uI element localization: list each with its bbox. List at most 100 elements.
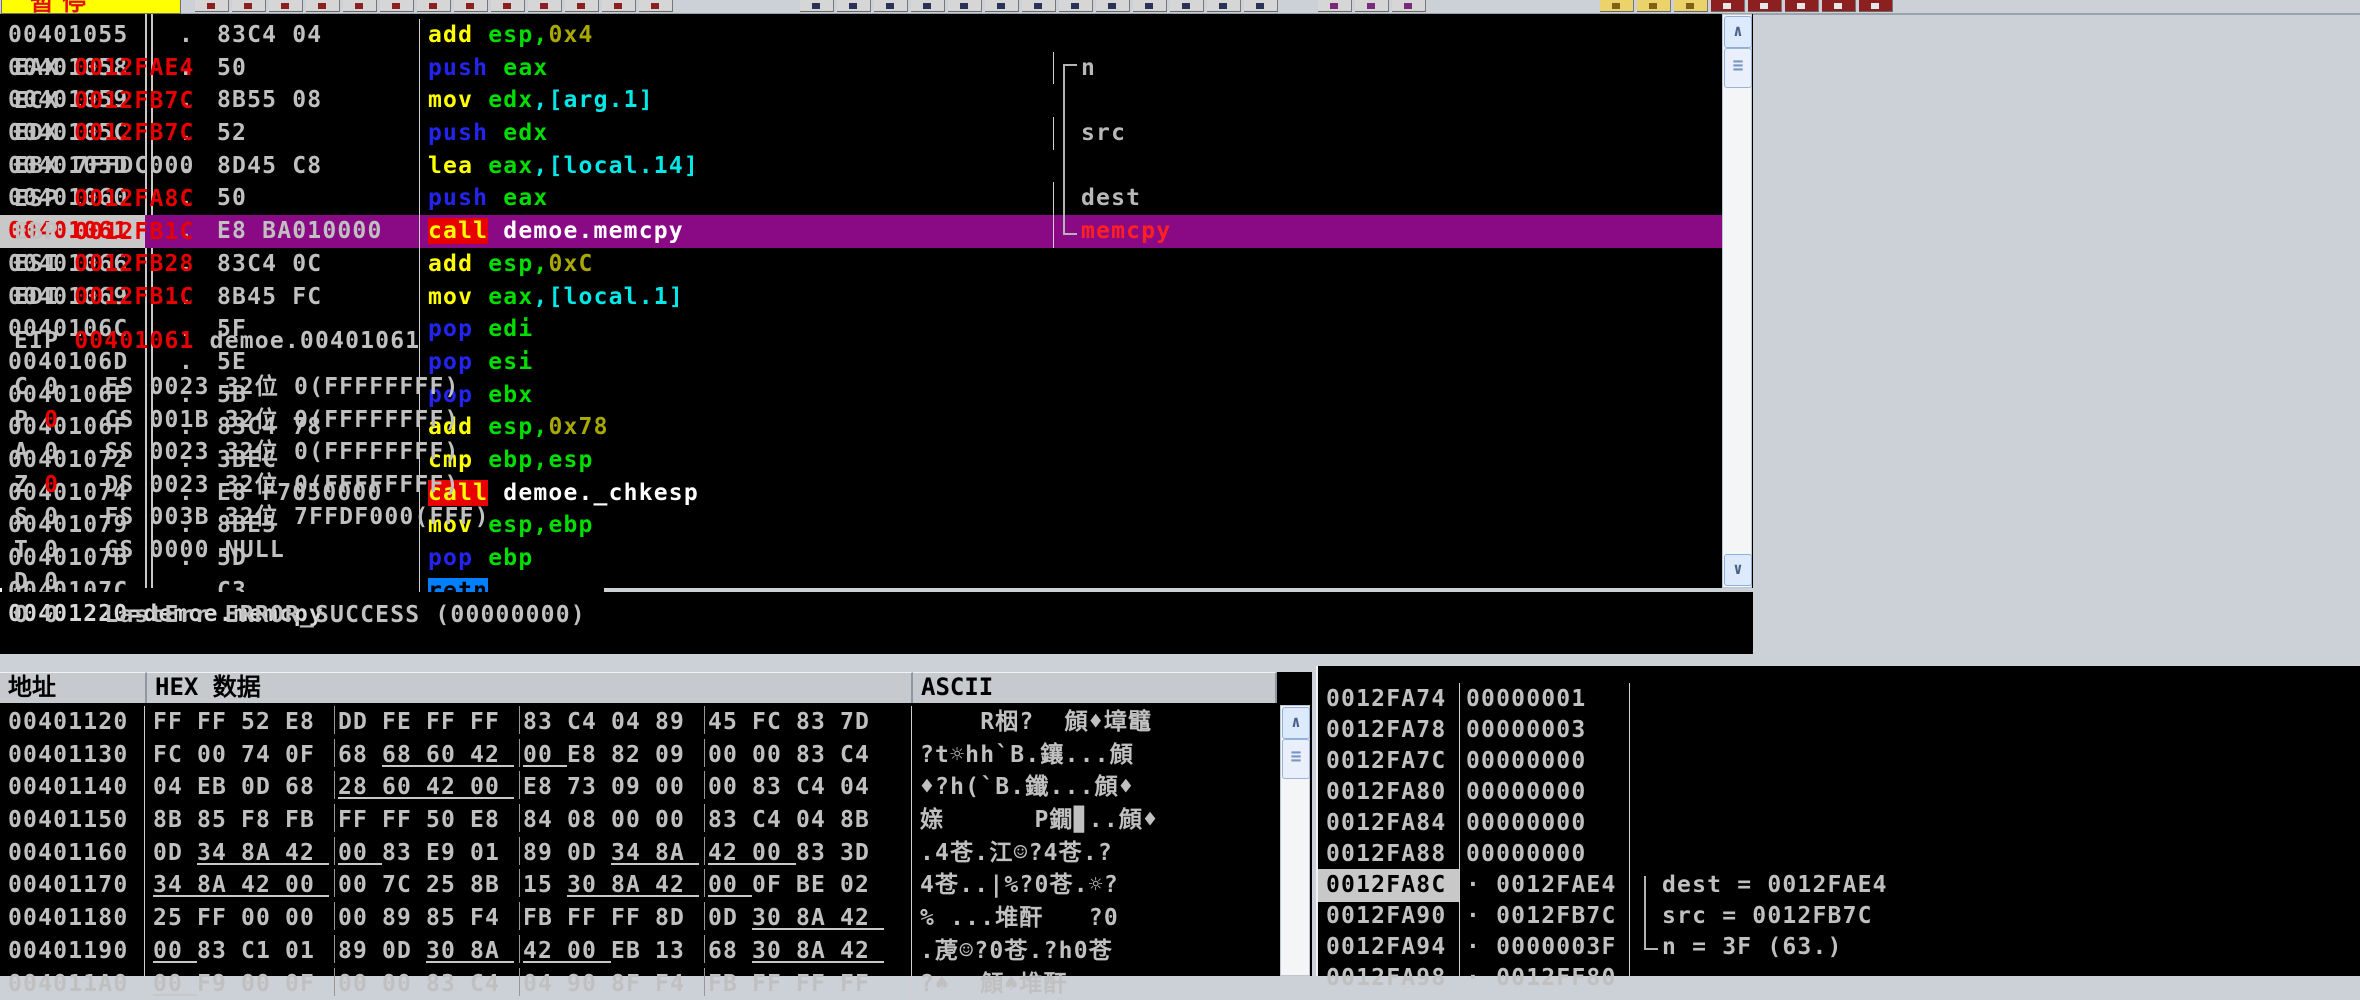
- toolbar-button[interactable]: [1207, 0, 1241, 12]
- toolbar-button[interactable]: [1244, 0, 1278, 12]
- toolbar-button-icon: [849, 3, 857, 9]
- toolbar-button[interactable]: [417, 0, 451, 12]
- dump-header-address[interactable]: 地址: [0, 672, 147, 703]
- hex-byte: 30: [752, 902, 796, 930]
- toolbar-button[interactable]: [1096, 0, 1130, 12]
- toolbar-button[interactable]: [195, 0, 229, 12]
- toolbar-button[interactable]: [1674, 0, 1708, 12]
- dump-row[interactable]: 004011900083C101890D308A4200EB1368308A42…: [0, 935, 1278, 968]
- toolbar-button[interactable]: [343, 0, 377, 12]
- hex-byte: 50: [426, 804, 470, 832]
- toolbar-button[interactable]: [800, 0, 834, 12]
- dump-header-ascii[interactable]: ASCII: [913, 672, 1277, 703]
- stack-row[interactable]: 0012FA8000000000: [1318, 776, 2360, 807]
- stack-row[interactable]: 0012FA7800000003: [1318, 714, 2360, 745]
- toolbar-button[interactable]: [380, 0, 414, 12]
- toolbar-button[interactable]: [306, 0, 340, 12]
- dump-hex-cells: 8B85F8FBFFFF50E88408000083C4048B: [145, 804, 911, 832]
- hex-byte: 8A: [655, 837, 699, 865]
- dump-row[interactable]: 0040114004EB0D6828604200E87309000083C404…: [0, 771, 1278, 804]
- toolbar-button-icon: [1871, 3, 1879, 9]
- toolbar-button-icon: [1182, 3, 1190, 9]
- scroll-thumb[interactable]: ≡: [1282, 739, 1310, 779]
- toolbar-button[interactable]: [911, 0, 945, 12]
- toolbar-button[interactable]: [1318, 0, 1352, 12]
- toolbar-button[interactable]: [1822, 0, 1856, 12]
- flag-row[interactable]: D 0: [14, 566, 586, 599]
- dump-header-hex[interactable]: HEX 数据: [147, 672, 913, 703]
- eip-register-row[interactable]: EIP 00401061 demoe.00401061: [14, 325, 420, 358]
- toolbar-button[interactable]: [985, 0, 1019, 12]
- dump-row[interactable]: 004011600D348A420083E901890D348A4200833D…: [0, 837, 1278, 870]
- flag-row[interactable]: S 0 FS 003B 32位 7FFDF000(FFF): [14, 501, 586, 534]
- stack-row[interactable]: 0012FA8800000000: [1318, 838, 2360, 869]
- hex-byte-group: 0083E901: [335, 837, 520, 865]
- register-row[interactable]: ECX 0012FB7C: [14, 85, 195, 118]
- toolbar-button[interactable]: [837, 0, 871, 12]
- stack-pane[interactable]: 0012FA74000000010012FA78000000030012FA7C…: [1316, 666, 2360, 976]
- toolbar-button[interactable]: [269, 0, 303, 12]
- toolbar-button[interactable]: [1133, 0, 1167, 12]
- dump-row[interactable]: 00401120FFFF52E8DDFEFFFF83C4048945FC837D…: [0, 706, 1278, 739]
- register-name: EBX: [14, 153, 74, 179]
- disassembly-scrollbar[interactable]: ∧ ≡ ∨: [1722, 14, 1752, 588]
- toolbar-button[interactable]: [1711, 0, 1745, 12]
- scroll-down-button[interactable]: ∨: [1724, 554, 1752, 586]
- scroll-thumb[interactable]: ≡: [1724, 48, 1752, 88]
- register-row[interactable]: EDX 0012FB7C: [14, 117, 195, 150]
- dump-row[interactable]: 004011A000F9000F000083C404908FF4FBFFFFFF…: [0, 968, 1278, 1000]
- flag-row[interactable]: T 0 GS 0000 NULL: [14, 534, 586, 567]
- dump-row[interactable]: 00401130FC00740F6868604200E88209000083C4…: [0, 739, 1278, 772]
- stack-row[interactable]: 0012FA94· 0000003Fn = 3F (63.): [1318, 931, 2360, 962]
- toolbar-button[interactable]: [948, 0, 982, 12]
- flag-row[interactable]: O 0 LastErr ERROR_SUCCESS (00000000): [14, 599, 586, 632]
- scroll-up-button[interactable]: ∧: [1724, 16, 1752, 48]
- toolbar-button[interactable]: [1170, 0, 1204, 12]
- toolbar-button[interactable]: [454, 0, 488, 12]
- toolbar-button[interactable]: [1859, 0, 1893, 12]
- hex-byte: 04: [523, 968, 567, 996]
- toolbar-button[interactable]: [491, 0, 525, 12]
- register-row[interactable]: EBP 0012FB1C: [14, 216, 195, 249]
- register-row[interactable]: EBX 7FFDC000: [14, 150, 195, 183]
- hex-dump-pane[interactable]: 地址 HEX 数据 ASCII 00401120FFFF52E8DDFEFFFF…: [0, 672, 1312, 976]
- dump-row[interactable]: 00401170348A4200007C258B15308A42000FBE02…: [0, 869, 1278, 902]
- toolbar-button[interactable]: [565, 0, 599, 12]
- toolbar-button[interactable]: [1059, 0, 1093, 12]
- toolbar-button[interactable]: [1600, 0, 1634, 12]
- stack-address-cell: 0012FA88: [1318, 838, 1460, 871]
- toolbar-button[interactable]: [232, 0, 266, 12]
- toolbar-button[interactable]: [874, 0, 908, 12]
- stack-row[interactable]: 0012FA98· 0012FF80: [1318, 962, 2360, 993]
- stack-row[interactable]: 0012FA8C· 0012FAE4dest = 0012FAE4: [1318, 869, 2360, 900]
- toolbar-button[interactable]: [1748, 0, 1782, 12]
- stack-row[interactable]: 0012FA7400000001: [1318, 683, 2360, 714]
- toolbar-button[interactable]: [1637, 0, 1671, 12]
- scroll-up-button[interactable]: ∧: [1282, 707, 1310, 739]
- stack-row[interactable]: 0012FA8400000000: [1318, 807, 2360, 838]
- register-row[interactable]: ESI 0012FB28: [14, 248, 195, 281]
- dump-row[interactable]: 0040118025FF0000008985F4FBFFFF8D0D308A42…: [0, 902, 1278, 935]
- registers-pane[interactable]: 寄存器 (FPU) EAX 0012FAE4ECX 0012FB7CEDX 00…: [0, 0, 604, 650]
- toolbar-button[interactable]: [639, 0, 673, 12]
- dump-row[interactable]: 004011508B85F8FBFFFF50E88408000083C4048B…: [0, 804, 1278, 837]
- toolbar-button[interactable]: [528, 0, 562, 12]
- toolbar-button[interactable]: [1355, 0, 1389, 12]
- toolbar-button[interactable]: [1785, 0, 1819, 12]
- stack-row[interactable]: 0012FA90· 0012FB7Csrc = 0012FB7C: [1318, 900, 2360, 931]
- stack-row[interactable]: 0012FA7C00000000: [1318, 745, 2360, 776]
- toolbar-button[interactable]: [1022, 0, 1056, 12]
- hex-byte: 00: [470, 771, 514, 799]
- flag-row[interactable]: A 0 SS 0023 32位 0(FFFFFFFF): [14, 436, 586, 469]
- flag-row[interactable]: C 0 ES 0023 32位 0(FFFFFFFF): [14, 371, 586, 404]
- register-row[interactable]: ESP 0012FA8C: [14, 183, 195, 216]
- flag-row[interactable]: P 0 CS 001B 32位 0(FFFFFFFF): [14, 404, 586, 437]
- toolbar-button[interactable]: [1392, 0, 1426, 12]
- hex-byte: 0D: [708, 902, 752, 930]
- register-row[interactable]: EDI 0012FB1C: [14, 281, 195, 314]
- dump-scrollbar[interactable]: ∧ ≡: [1280, 705, 1310, 976]
- toolbar-button[interactable]: [602, 0, 636, 12]
- flag-row[interactable]: Z 0 DS 0023 32位 0(FFFFFFFF): [14, 469, 586, 502]
- register-row[interactable]: EAX 0012FAE4: [14, 52, 195, 85]
- hex-byte: 89: [523, 837, 567, 865]
